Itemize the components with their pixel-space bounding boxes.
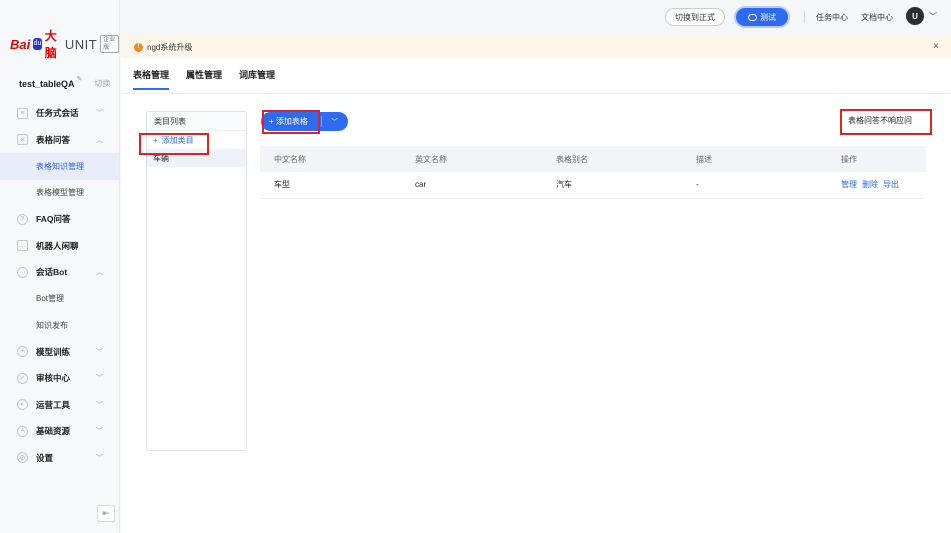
chevron-up-icon: ︿ — [96, 269, 103, 276]
edit-icon[interactable]: ✎ — [77, 75, 83, 83]
sidebar-item-knowledge-publish[interactable]: 知识发布 — [0, 312, 119, 339]
logo-bai-text: Bai — [10, 36, 31, 52]
category-panel-title: 类目列表 — [147, 112, 246, 131]
manage-link[interactable]: 管理 — [841, 180, 857, 189]
sidebar-item-task-dialog[interactable]: ≡ 任务式会话 ﹀ — [0, 100, 119, 127]
sidebar-item-ops-tools[interactable]: ◐ 运营工具 ﹀ — [0, 392, 119, 419]
chevron-down-icon: ﹀ — [96, 375, 103, 382]
cell-operations: 管理 删除 导出 — [827, 172, 926, 199]
column-header: 操作 — [827, 146, 926, 172]
chevron-down-icon[interactable]: ﹀ — [929, 11, 937, 22]
paw-icon: du — [33, 38, 42, 50]
table-icon: ✕ — [17, 134, 28, 146]
avatar[interactable]: U — [906, 7, 924, 25]
sidebar-item-label: 模型训练 — [36, 346, 71, 357]
edition-badge: 企业版 — [100, 35, 119, 53]
check-icon: ✓ — [17, 372, 28, 384]
sidebar-item-table-model[interactable]: 表格模型管理 — [0, 180, 119, 207]
sidebar-item-model-training[interactable]: + 模型训练 ﹀ — [0, 339, 119, 366]
switch-project-link[interactable]: 切换 — [94, 78, 110, 89]
robot-icon: ≡ — [17, 107, 28, 119]
tab-attribute-manage[interactable]: 属性管理 — [186, 68, 222, 90]
cell-description: - — [682, 172, 827, 199]
question-icon: ? — [17, 213, 28, 225]
highlight-box-add-table — [262, 110, 320, 134]
sidebar-item-label: 设置 — [36, 452, 54, 463]
resource-icon: ᐞ — [17, 425, 28, 437]
notice-text: ngd系统升级 — [147, 42, 193, 52]
sidebar-item-settings[interactable]: ⚙ 设置 ﹀ — [0, 445, 119, 472]
chevron-down-icon: ﹀ — [96, 401, 103, 409]
test-button-label: 测试 — [760, 12, 776, 22]
sidebar-item-review-center[interactable]: ✓ 审核中心 ﹀ — [0, 365, 119, 392]
sidebar-item-basic-resources[interactable]: ᐞ 基础资源 ﹀ — [0, 418, 119, 445]
train-icon: + — [17, 346, 28, 358]
chevron-down-icon: ﹀ — [96, 348, 103, 356]
highlight-box-add-category — [139, 133, 209, 155]
column-header: 中文名称 — [260, 146, 401, 172]
sidebar-menu: ≡ 任务式会话 ﹀ ✕ 表格问答 ︿ 表格知识管理 表格模型管理 ? FAQ问答… — [0, 100, 119, 471]
project-name: test_tableQA — [19, 78, 75, 89]
tab-lexicon-manage[interactable]: 词库管理 — [239, 68, 275, 90]
delete-link[interactable]: 删除 — [862, 180, 878, 189]
chevron-up-icon: ︿ — [96, 136, 103, 144]
tab-table-manage[interactable]: 表格管理 — [133, 68, 170, 90]
doc-center-link[interactable]: 文档中心 — [861, 12, 893, 23]
top-bar: 切换到正式 测试 任务中心 文档中心 U ﹀ — [121, 0, 951, 33]
sidebar-item-bot-manage[interactable]: Bot管理 — [0, 286, 119, 313]
close-icon[interactable]: × — [933, 41, 939, 52]
tables-table: 中文名称 英文名称 表格别名 描述 操作 车型 car 汽车 - 管理 删除 导出 — [260, 146, 926, 199]
test-button[interactable]: 测试 — [736, 8, 788, 26]
sidebar-item-faq[interactable]: ? FAQ问答 — [0, 206, 119, 233]
tabs-divider — [121, 93, 951, 94]
sidebar-item-label: 机器人闲聊 — [36, 240, 79, 251]
switch-to-production-button[interactable]: 切换到正式 — [665, 8, 725, 26]
divider — [804, 11, 805, 23]
cell-alias: 汽车 — [542, 172, 682, 199]
column-header: 表格别名 — [542, 146, 682, 172]
system-notice-banner: ! ngd系统升级 × — [121, 36, 951, 58]
bot-icon: · — [17, 266, 28, 278]
sidebar-item-label: FAQ问答 — [36, 214, 71, 225]
notice-icon: ! — [134, 42, 143, 52]
chevron-down-icon[interactable]: ﹀ — [322, 117, 338, 127]
chevron-down-icon: ﹀ — [96, 110, 103, 117]
project-selector: test_tableQA ✎ 切换 — [19, 75, 119, 89]
sidebar: Bai du 大脑 UNIT 企业版 test_tableQA ✎ 切换 ≡ 任… — [0, 0, 120, 533]
sidebar-item-chitchat[interactable]: … 机器人闲聊 — [0, 233, 119, 260]
sidebar-item-table-knowledge[interactable]: 表格知识管理 — [0, 153, 119, 180]
collapse-icon: ⇤ — [102, 508, 110, 518]
sidebar-item-label: 会话Bot — [36, 267, 68, 278]
settings-icon: ⚙ — [17, 452, 28, 464]
sidebar-item-label: 任务式会话 — [36, 108, 79, 119]
sidebar-item-dialog-bot[interactable]: · 会话Bot ︿ — [0, 259, 119, 286]
column-header: 描述 — [682, 146, 827, 172]
highlight-box-no-response — [840, 109, 932, 135]
main-content: 表格管理 属性管理 词库管理 类目列表 + 添加类目 车辆 + 添加表格 ﹀ 表… — [121, 58, 951, 533]
table-header-row: 中文名称 英文名称 表格别名 描述 操作 — [260, 146, 926, 172]
chevron-down-icon: ﹀ — [96, 428, 103, 435]
chat-bubble-icon — [748, 13, 757, 21]
table-row: 车型 car 汽车 - 管理 删除 导出 — [260, 172, 926, 199]
column-header: 英文名称 — [401, 146, 542, 172]
task-center-link[interactable]: 任务中心 — [816, 12, 848, 23]
cell-en-name: car — [401, 172, 542, 199]
tool-icon: ◐ — [17, 399, 28, 411]
chevron-down-icon: ﹀ — [96, 454, 103, 462]
category-panel: 类目列表 + 添加类目 车辆 — [146, 111, 247, 451]
export-link[interactable]: 导出 — [883, 180, 899, 189]
sidebar-item-table-qa[interactable]: ✕ 表格问答 ︿ — [0, 127, 119, 154]
sidebar-item-label: 运营工具 — [36, 399, 71, 410]
cell-cn-name: 车型 — [260, 172, 401, 199]
sidebar-item-label: 审核中心 — [36, 373, 71, 384]
collapse-sidebar-button[interactable]: ⇤ — [97, 505, 115, 522]
tab-bar: 表格管理 属性管理 词库管理 — [133, 68, 275, 90]
logo-unit-text: UNIT — [64, 36, 98, 52]
chat-icon: … — [17, 240, 28, 252]
brand-logo[interactable]: Bai du 大脑 UNIT 企业版 — [10, 29, 119, 60]
sidebar-item-label: 基础资源 — [36, 426, 71, 437]
logo-daname-text: 大脑 — [44, 29, 57, 60]
sidebar-item-label: 表格问答 — [36, 134, 71, 145]
